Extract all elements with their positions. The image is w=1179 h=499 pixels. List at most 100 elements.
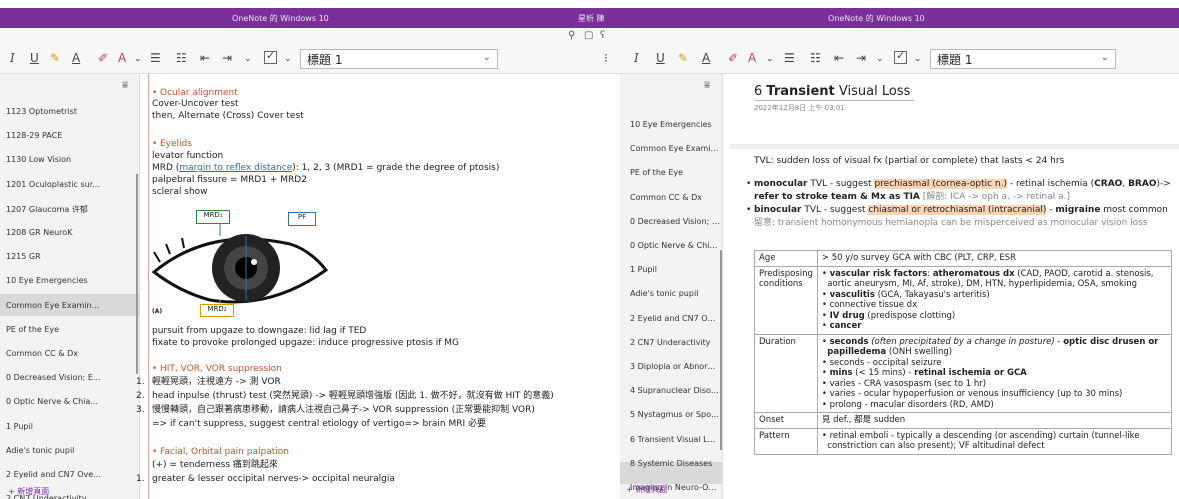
page-list-item[interactable]: 2 CN7 Underactivity bbox=[630, 338, 720, 347]
todo-icon[interactable] bbox=[894, 49, 907, 64]
right-window-title: OneNote 的 Windows 10 bbox=[828, 14, 925, 23]
outdent-icon[interactable]: ⇤ bbox=[200, 51, 210, 65]
clear-format-icon[interactable]: ✐ bbox=[98, 51, 108, 65]
scrollbar[interactable] bbox=[136, 174, 138, 374]
caution-line: 留意: transient homonymous hemianopia can … bbox=[754, 218, 1148, 228]
item-1: 輕輕晃頭，注視遠方 -> 測 VOR bbox=[152, 377, 281, 387]
row-value-pattern: • retinal emboli - typically a descendin… bbox=[816, 427, 1173, 455]
page-list-item[interactable]: 3 Diplopia or Abnorm... bbox=[630, 362, 720, 371]
heading-ocular-alignment: Ocular alignment bbox=[152, 88, 238, 99]
monocular-line-2: refer to stroke team & Mx as TIA [解剖: IC… bbox=[754, 192, 1070, 202]
sort-icon[interactable]: ⩸ bbox=[122, 80, 128, 91]
page-list-item[interactable]: 2 Eyelid and CN7 Ove... bbox=[6, 470, 134, 479]
page-list-item[interactable]: Common CC & Dx bbox=[6, 349, 134, 358]
chevron-down-icon[interactable]: ⌄ bbox=[244, 54, 252, 64]
chevron-down-icon[interactable]: ⌄ bbox=[914, 54, 922, 64]
page-list-item[interactable]: PE of the Eye bbox=[630, 168, 720, 177]
page-list-item[interactable]: 1201 Oculoplastic sur... bbox=[6, 180, 134, 189]
page-list-item[interactable]: 1207 Glaucoma 许郁 bbox=[6, 204, 134, 215]
highlight-icon[interactable]: ✎ bbox=[50, 51, 60, 65]
row-value-predisposing: • vascular risk factors: atheromatous dx… bbox=[816, 265, 1173, 335]
table-row: Duration • seconds (often precipitated b… bbox=[754, 333, 1173, 413]
window-icon[interactable]: ▢ bbox=[584, 30, 593, 41]
highlight-icon[interactable]: ✎ bbox=[678, 51, 688, 65]
page-list-item[interactable]: 4 Supranuclear Disord... bbox=[630, 386, 720, 395]
page-list-item[interactable]: Common Eye Examin... bbox=[630, 144, 720, 153]
container-handle[interactable] bbox=[730, 144, 1179, 149]
page-list-item[interactable]: Adie's tonic pupil bbox=[630, 289, 720, 298]
page-list-item[interactable]: 1215 GR bbox=[6, 252, 134, 261]
page-list-item[interactable]: 2 Eyelid and CN7 Ove... bbox=[630, 314, 720, 323]
separator-icon: ⁝ bbox=[604, 51, 608, 65]
page-list-item[interactable]: 0 Decreased Vision; E... bbox=[630, 217, 720, 226]
page-list-item[interactable]: 10 Eye Emergencies bbox=[630, 120, 720, 129]
add-page-button[interactable]: + 新增頁面 bbox=[626, 484, 667, 495]
page-list-item[interactable]: 1123 Optometrist bbox=[6, 107, 134, 116]
table-row: Predisposing conditions • vascular risk f… bbox=[754, 265, 1173, 335]
numbering-icon[interactable]: ☷ bbox=[810, 51, 821, 65]
clear-format-icon[interactable]: ✐ bbox=[728, 51, 738, 65]
add-page-button[interactable]: + 新增頁面 bbox=[8, 486, 49, 497]
mrd-link[interactable]: margin to reflex distance bbox=[179, 163, 292, 173]
pen-icon[interactable]: ʕ bbox=[600, 30, 605, 41]
outdent-icon[interactable]: ⇤ bbox=[834, 51, 844, 65]
numbering-icon[interactable]: ☷ bbox=[176, 51, 187, 65]
page-list-item[interactable]: 0 Optic Nerve & Chia... bbox=[6, 397, 134, 406]
page-list-item[interactable]: PE of the Eye bbox=[6, 325, 134, 334]
tvl-definition: TVL: sudden loss of visual fx (partial o… bbox=[754, 156, 1065, 166]
page-list-item[interactable]: 8 Systemic Diseases bbox=[630, 459, 720, 468]
page-list-item[interactable]: 0 Decreased Vision; E... bbox=[6, 373, 134, 382]
right-note-canvas[interactable]: 6 Transient Visual Loss 2022年12月8日 上午 03… bbox=[724, 74, 1179, 499]
item-3: 慢慢轉頭，自己跟著病患移動，請病人注視自己鼻子-> VOR suppressio… bbox=[152, 405, 535, 415]
chevron-down-icon[interactable]: ⌄ bbox=[134, 54, 142, 64]
chevron-down-icon[interactable]: ⌄ bbox=[284, 54, 292, 64]
font-color-icon[interactable]: A bbox=[702, 51, 710, 65]
page-list-item[interactable]: 10 Eye Emergencies bbox=[6, 276, 134, 285]
formatting-toolbar-left: I U ✎ A ✐ A ⌄ ☰ ☷ ⇤ ⇥ ⌄ ⌄ 標題 1 ⌄ bbox=[0, 44, 604, 74]
indent-icon[interactable]: ⇥ bbox=[222, 51, 232, 65]
table-row: Pattern • retinal emboli - typically a d… bbox=[754, 427, 1173, 455]
style-dropdown[interactable]: 標題 1 ⌄ bbox=[930, 49, 1116, 69]
split-divider[interactable] bbox=[604, 74, 620, 499]
row-value-onset: 見 def., 都是 sudden bbox=[816, 412, 1173, 429]
bullets-icon[interactable]: ☰ bbox=[150, 51, 161, 65]
font-color-icon[interactable]: A bbox=[72, 51, 80, 65]
bullets-icon[interactable]: ☰ bbox=[784, 51, 795, 65]
page-list-item[interactable]: Adie's tonic pupil bbox=[6, 446, 134, 455]
fixate-line: fixate to provoke prolonged upgaze: indu… bbox=[152, 338, 460, 348]
italic-icon[interactable]: I bbox=[10, 51, 15, 65]
page-list-item[interactable]: 1130 Low Vision bbox=[6, 155, 134, 164]
page-list-item[interactable]: 6 Transient Visual Loss bbox=[630, 435, 720, 444]
text-style-icon[interactable]: A bbox=[118, 51, 126, 65]
row-label-onset: Onset bbox=[754, 412, 818, 429]
quick-toolbar: ⚲ ▢ ʕ bbox=[0, 28, 1179, 44]
style-value: 標題 1 bbox=[937, 53, 973, 67]
chevron-down-icon[interactable]: ⌄ bbox=[876, 54, 884, 64]
todo-icon[interactable] bbox=[264, 49, 277, 64]
page-list-item[interactable]: 1208 GR NeuroK bbox=[6, 228, 134, 237]
eye-diagram[interactable]: MRD₁ PF MRD₂ (A) bbox=[150, 206, 340, 318]
page-list-item[interactable]: Common CC & Dx bbox=[630, 193, 720, 202]
italic-icon[interactable]: I bbox=[634, 51, 639, 65]
dock-icon[interactable]: ⚲ bbox=[568, 30, 575, 41]
indent-icon[interactable]: ⇥ bbox=[856, 51, 866, 65]
scrollbar[interactable] bbox=[720, 250, 722, 450]
binocular-line: binocular TVL - suggest chiasmal or retr… bbox=[746, 205, 1168, 216]
page-list-item[interactable]: 0 Optic Nerve & Chia... bbox=[630, 241, 720, 250]
page-list-item[interactable]: 5 Nystagmus or Spon... bbox=[630, 410, 720, 419]
sort-icon[interactable]: ⩸ bbox=[704, 80, 710, 91]
page-list-item[interactable]: 1 Pupil bbox=[6, 422, 134, 431]
page-title: 6 Transient Visual Loss bbox=[754, 84, 911, 99]
page-list-item[interactable]: 1 Pupil bbox=[630, 265, 720, 274]
underline-icon[interactable]: U bbox=[30, 51, 39, 65]
title-bar: OneNote 的 Windows 10 星析 陳 OneNote 的 Wind… bbox=[0, 0, 1179, 28]
style-dropdown[interactable]: 標題 1 ⌄ bbox=[300, 49, 498, 69]
row-label-pattern: Pattern bbox=[754, 427, 818, 455]
page-list-item[interactable]: 1128-29 PACE bbox=[6, 131, 134, 140]
chevron-down-icon[interactable]: ⌄ bbox=[766, 54, 774, 64]
text-style-icon[interactable]: A bbox=[748, 51, 756, 65]
center-user-name: 星析 陳 bbox=[578, 14, 605, 23]
left-window-title: OneNote 的 Windows 10 bbox=[232, 14, 329, 23]
underline-icon[interactable]: U bbox=[656, 51, 665, 65]
page-list-item[interactable]: Common Eye Examin... bbox=[6, 301, 134, 310]
